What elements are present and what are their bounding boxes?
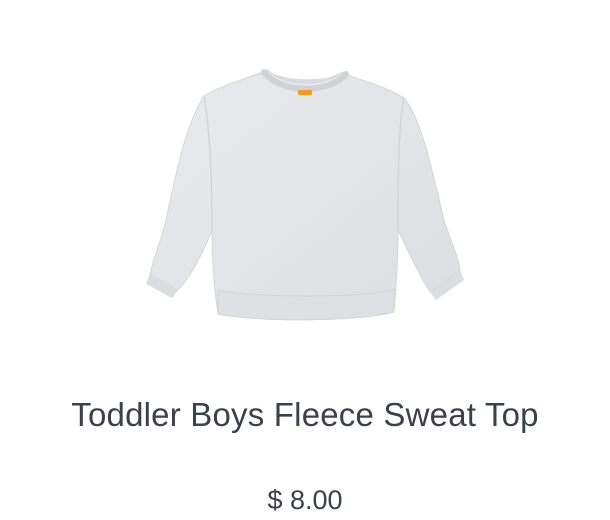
sweatshirt-illustration	[146, 69, 464, 321]
product-card[interactable]: Toddler Boys Fleece Sweat Top $ 8.00	[0, 0, 610, 520]
product-title[interactable]: Toddler Boys Fleece Sweat Top	[0, 394, 610, 436]
product-image[interactable]	[140, 60, 470, 330]
label-tag-icon	[298, 90, 312, 95]
product-price: $ 8.00	[267, 485, 343, 515]
